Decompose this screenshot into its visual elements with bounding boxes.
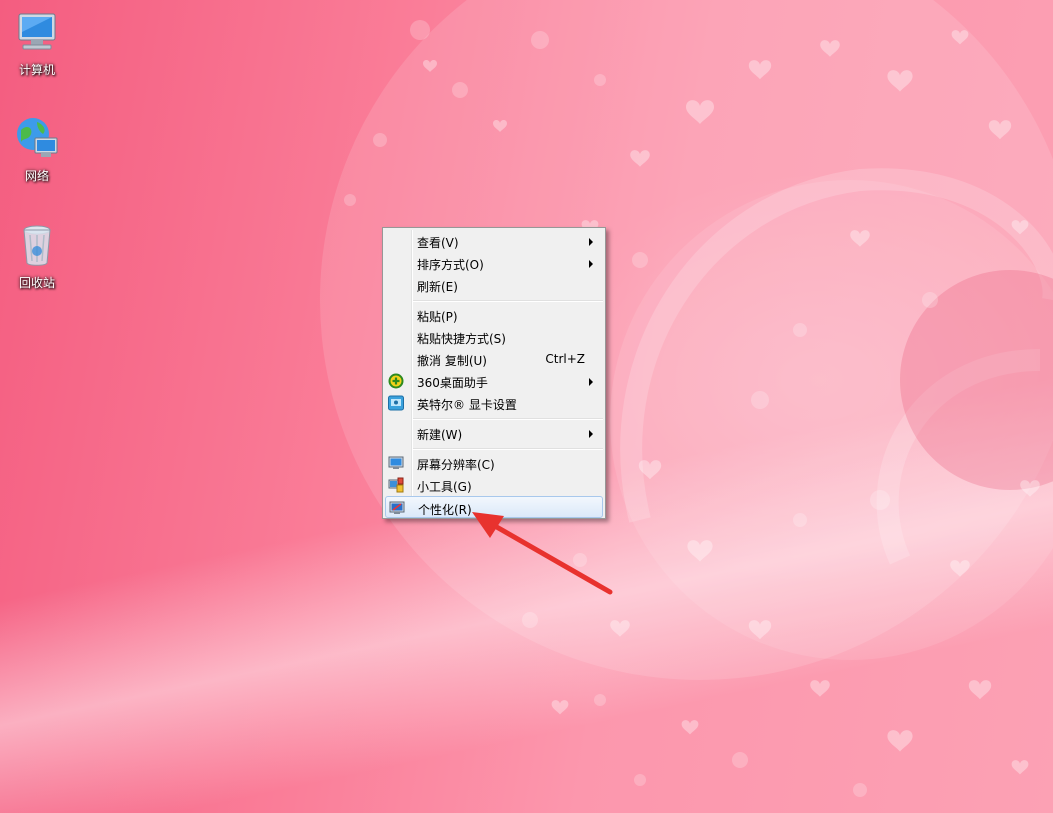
menu-item-undo-copy[interactable]: 撤消 复制(U) Ctrl+Z bbox=[385, 348, 603, 370]
desktop-icon-label: 网络 bbox=[24, 169, 49, 183]
submenu-arrow-icon bbox=[589, 260, 593, 268]
menu-separator bbox=[413, 300, 603, 302]
menu-item-label: 英特尔® 显卡设置 bbox=[417, 398, 517, 412]
desktop[interactable]: 计算机 网络 回收站 查看(V) 排序方式(O) 刷新(E) 粘贴(P) 粘贴快… bbox=[0, 0, 1053, 813]
menu-item-label: 排序方式(O) bbox=[417, 258, 484, 272]
menu-item-shortcut: Ctrl+Z bbox=[545, 352, 585, 366]
menu-item-label: 小工具(G) bbox=[417, 480, 472, 494]
menu-item-label: 屏幕分辨率(C) bbox=[417, 458, 495, 472]
menu-separator bbox=[413, 448, 603, 450]
menu-item-label: 新建(W) bbox=[417, 428, 463, 442]
menu-item-paste-shortcut[interactable]: 粘贴快捷方式(S) bbox=[385, 326, 603, 348]
network-icon bbox=[17, 118, 58, 157]
desktop-icon-label: 计算机 bbox=[18, 63, 55, 77]
recycle-bin-icon bbox=[23, 225, 51, 266]
menu-item-intel-graphics[interactable]: 英特尔® 显卡设置 bbox=[385, 392, 603, 414]
menu-item-label: 360桌面助手 bbox=[417, 376, 488, 390]
desktop-icon-label: 回收站 bbox=[18, 276, 55, 290]
desktop-icon-computer[interactable]: 计算机 bbox=[0, 8, 74, 78]
personalize-icon bbox=[389, 501, 405, 514]
gadgets-icon bbox=[388, 477, 404, 493]
menu-separator bbox=[413, 418, 603, 420]
intel-graphics-icon bbox=[388, 395, 404, 411]
menu-item-label: 粘贴(P) bbox=[417, 310, 458, 324]
screen-resolution-icon bbox=[388, 456, 404, 469]
360-desktop-assistant-icon bbox=[388, 373, 404, 389]
menu-item-view[interactable]: 查看(V) bbox=[385, 230, 603, 252]
submenu-arrow-icon bbox=[589, 430, 593, 438]
menu-item-sort-by[interactable]: 排序方式(O) bbox=[385, 252, 603, 274]
menu-item-label: 粘贴快捷方式(S) bbox=[417, 332, 506, 346]
menu-item-label: 刷新(E) bbox=[417, 280, 458, 294]
desktop-context-menu[interactable]: 查看(V) 排序方式(O) 刷新(E) 粘贴(P) 粘贴快捷方式(S) 撤消 复… bbox=[382, 227, 606, 519]
computer-icon bbox=[18, 13, 56, 50]
desktop-icon-recycle-bin[interactable]: 回收站 bbox=[0, 221, 74, 291]
menu-item-label: 撤消 复制(U) bbox=[417, 354, 487, 368]
menu-item-new[interactable]: 新建(W) bbox=[385, 422, 603, 444]
menu-item-screen-resolution[interactable]: 屏幕分辨率(C) bbox=[385, 452, 603, 474]
menu-item-paste[interactable]: 粘贴(P) bbox=[385, 304, 603, 326]
menu-item-gadgets[interactable]: 小工具(G) bbox=[385, 474, 603, 496]
menu-item-label: 查看(V) bbox=[417, 236, 459, 250]
desktop-icon-network[interactable]: 网络 bbox=[0, 114, 74, 184]
submenu-arrow-icon bbox=[589, 378, 593, 386]
submenu-arrow-icon bbox=[589, 238, 593, 246]
menu-item-refresh[interactable]: 刷新(E) bbox=[385, 274, 603, 296]
menu-item-360-desktop-assistant[interactable]: 360桌面助手 bbox=[385, 370, 603, 392]
annotation-arrow-icon bbox=[472, 512, 613, 595]
